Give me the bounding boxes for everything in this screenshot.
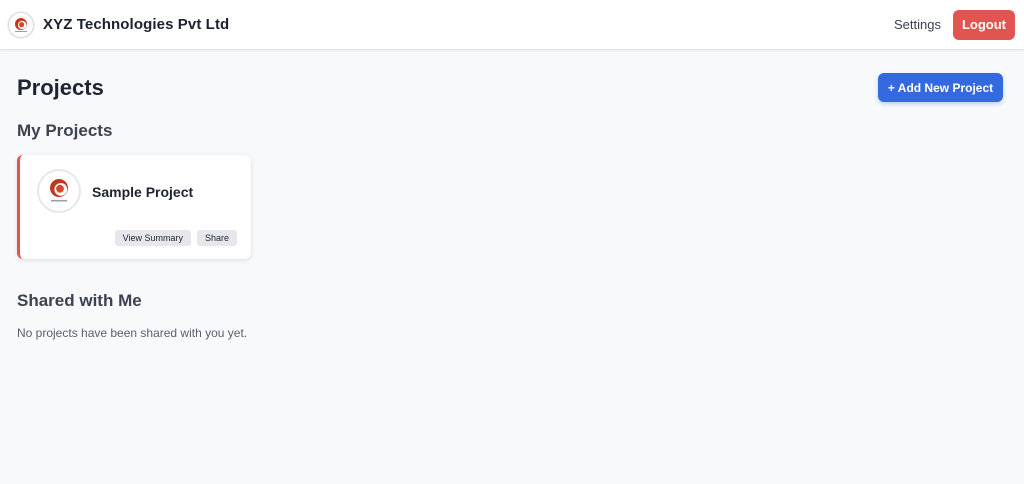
top-navbar: XYZ Technologies Pvt Ltd Settings Logout xyxy=(0,0,1024,50)
page-header: Projects + Add New Project xyxy=(17,50,1007,126)
view-summary-button[interactable]: View Summary xyxy=(114,230,191,246)
add-new-project-button[interactable]: + Add New Project xyxy=(878,73,1003,102)
project-name[interactable]: Sample Project xyxy=(92,184,193,200)
empty-shared-message: No projects have been shared with you ye… xyxy=(17,326,248,340)
company-logo-icon xyxy=(8,11,34,38)
logout-button[interactable]: Logout xyxy=(953,9,1015,40)
brand[interactable]: XYZ Technologies Pvt Ltd xyxy=(8,11,230,38)
project-card[interactable]: Sample Project View Summary Share xyxy=(17,155,251,259)
project-card-actions: View Summary Share xyxy=(109,230,237,246)
brand-name: XYZ Technologies Pvt Ltd xyxy=(43,16,230,33)
project-logo-icon xyxy=(37,169,81,213)
shared-with-me-heading: Shared with Me xyxy=(17,291,142,310)
share-button[interactable]: Share xyxy=(196,230,237,246)
settings-link[interactable]: Settings xyxy=(894,17,941,32)
page-title: Projects xyxy=(17,75,104,100)
main-content: Projects + Add New Project My Projects S… xyxy=(17,50,1007,340)
nav-actions: Settings Logout xyxy=(894,9,1015,40)
